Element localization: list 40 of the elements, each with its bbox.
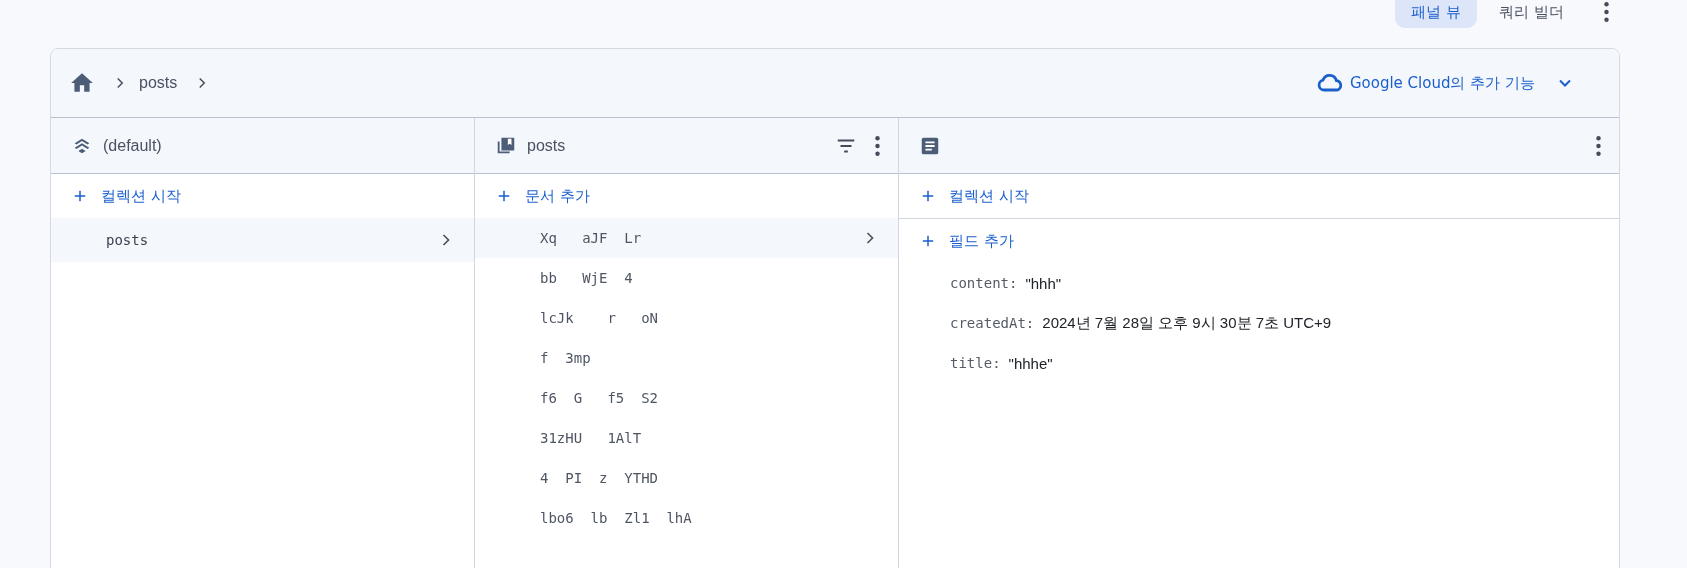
- item-label: f 3mp: [539, 350, 591, 366]
- add-button[interactable]: 컬렉션 시작: [919, 186, 1029, 206]
- item-label: lbo6 lb Zl1 lhA: [539, 510, 692, 526]
- add-button[interactable]: 컬렉션 시작: [71, 186, 181, 206]
- more-options-button[interactable]: [875, 135, 880, 156]
- panel-title: (default): [103, 136, 162, 155]
- more-options-button[interactable]: [1596, 135, 1601, 156]
- item-label: Xq aJF Lr: [539, 230, 642, 246]
- item-label: posts: [106, 232, 149, 248]
- list-item[interactable]: 31zHU 1AlT: [475, 418, 898, 458]
- view-tab[interactable]: 패널 뷰: [1395, 0, 1478, 28]
- item-label: f6 G f5 S2: [539, 390, 658, 406]
- extensions-button[interactable]: Google Cloud의 추가 기능: [1309, 68, 1581, 98]
- list-item[interactable]: Xq aJF Lr: [475, 218, 898, 258]
- field-name: content:: [950, 275, 1018, 291]
- list-item[interactable]: bb WjE 4: [475, 258, 898, 298]
- list-item[interactable]: f 3mp: [475, 338, 898, 378]
- field-value: "hhhe": [1008, 354, 1053, 372]
- item-label: bb WjE 4: [539, 270, 633, 286]
- view-tab[interactable]: 쿼리 빌더: [1483, 0, 1580, 28]
- panel-title: posts: [527, 136, 566, 155]
- list-item[interactable]: f6 G f5 S2: [475, 378, 898, 418]
- list-item[interactable]: lbo6 lb Zl1 lhA: [475, 498, 898, 538]
- list-item[interactable]: lcJk r oN: [475, 298, 898, 338]
- item-label: lcJk r oN: [539, 310, 658, 326]
- field-value: 2024년 7월 28일 오후 9시 30분 7초 UTC+9: [1042, 313, 1332, 333]
- field-name: createdAt:: [950, 315, 1035, 331]
- more-icon: [875, 135, 880, 156]
- add-field-button[interactable]: 필드 추가: [919, 231, 1014, 251]
- more-icon: [1596, 135, 1601, 156]
- breadcrumb-link[interactable]: posts: [139, 74, 178, 92]
- item-label: 4 PI z YTHD: [539, 470, 658, 486]
- field-value: "hhh": [1025, 274, 1062, 292]
- list-item[interactable]: posts: [51, 218, 474, 262]
- list-item[interactable]: 4 PI z YTHD: [475, 458, 898, 498]
- more-options-button[interactable]: [1604, 2, 1609, 22]
- field-name: title:: [950, 355, 1001, 371]
- more-icon: [1604, 2, 1609, 22]
- add-button[interactable]: 문서 추가: [495, 186, 590, 206]
- item-label: 31zHU 1AlT: [539, 430, 642, 446]
